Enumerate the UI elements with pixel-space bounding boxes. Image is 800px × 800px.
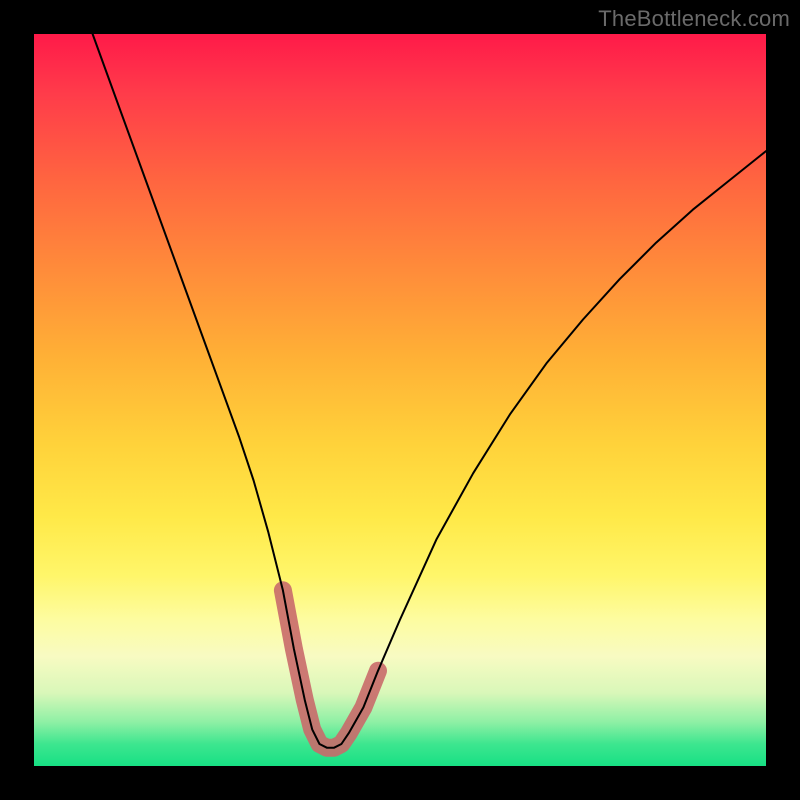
plot-area bbox=[34, 34, 766, 766]
chart-svg bbox=[34, 34, 766, 766]
watermark-text: TheBottleneck.com bbox=[598, 6, 790, 32]
curve-main bbox=[93, 34, 766, 748]
chart-frame: TheBottleneck.com bbox=[0, 0, 800, 800]
